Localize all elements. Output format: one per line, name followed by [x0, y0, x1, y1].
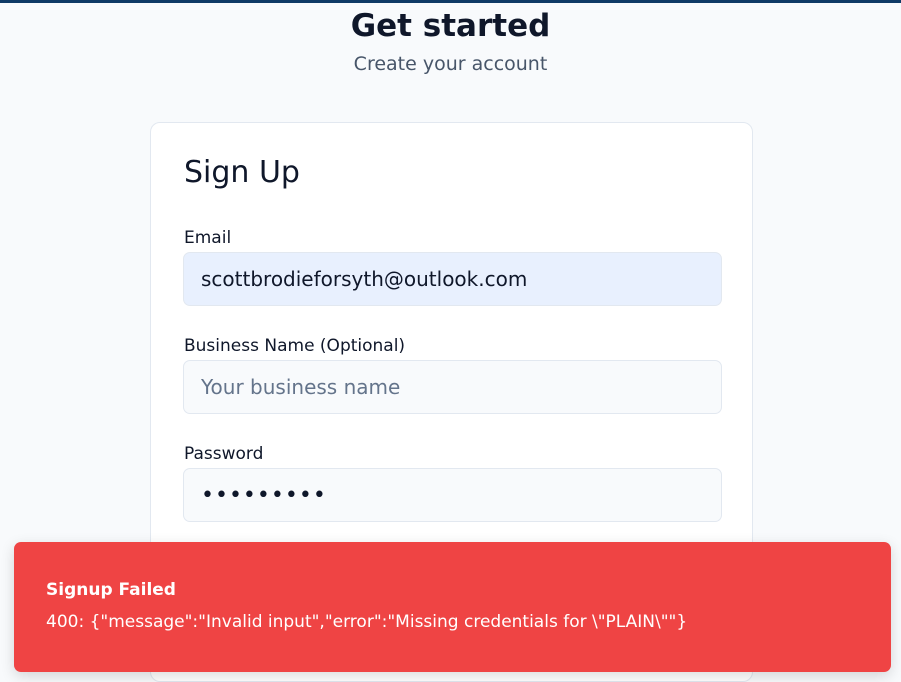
page-title: Get started — [350, 8, 551, 44]
business-name-field[interactable]: Your business name — [183, 360, 722, 414]
business-name-label: Business Name (Optional) — [184, 336, 406, 356]
card-title: Sign Up — [184, 155, 300, 190]
toast-message: 400: {"message":"Invalid input","error":… — [46, 612, 688, 632]
email-label: Email — [184, 228, 232, 248]
email-value: scottbrodieforsyth@outlook.com — [201, 267, 528, 291]
business-name-placeholder: Your business name — [201, 375, 401, 399]
password-value: ••••••••• — [201, 482, 327, 508]
password-field[interactable]: ••••••••• — [183, 468, 722, 522]
toast-title: Signup Failed — [46, 580, 176, 600]
top-accent-bar — [0, 0, 901, 3]
error-toast[interactable]: Signup Failed 400: {"message":"Invalid i… — [14, 542, 891, 672]
password-label: Password — [184, 444, 264, 464]
email-field[interactable]: scottbrodieforsyth@outlook.com — [183, 252, 722, 306]
page-subtitle: Create your account — [353, 53, 548, 75]
